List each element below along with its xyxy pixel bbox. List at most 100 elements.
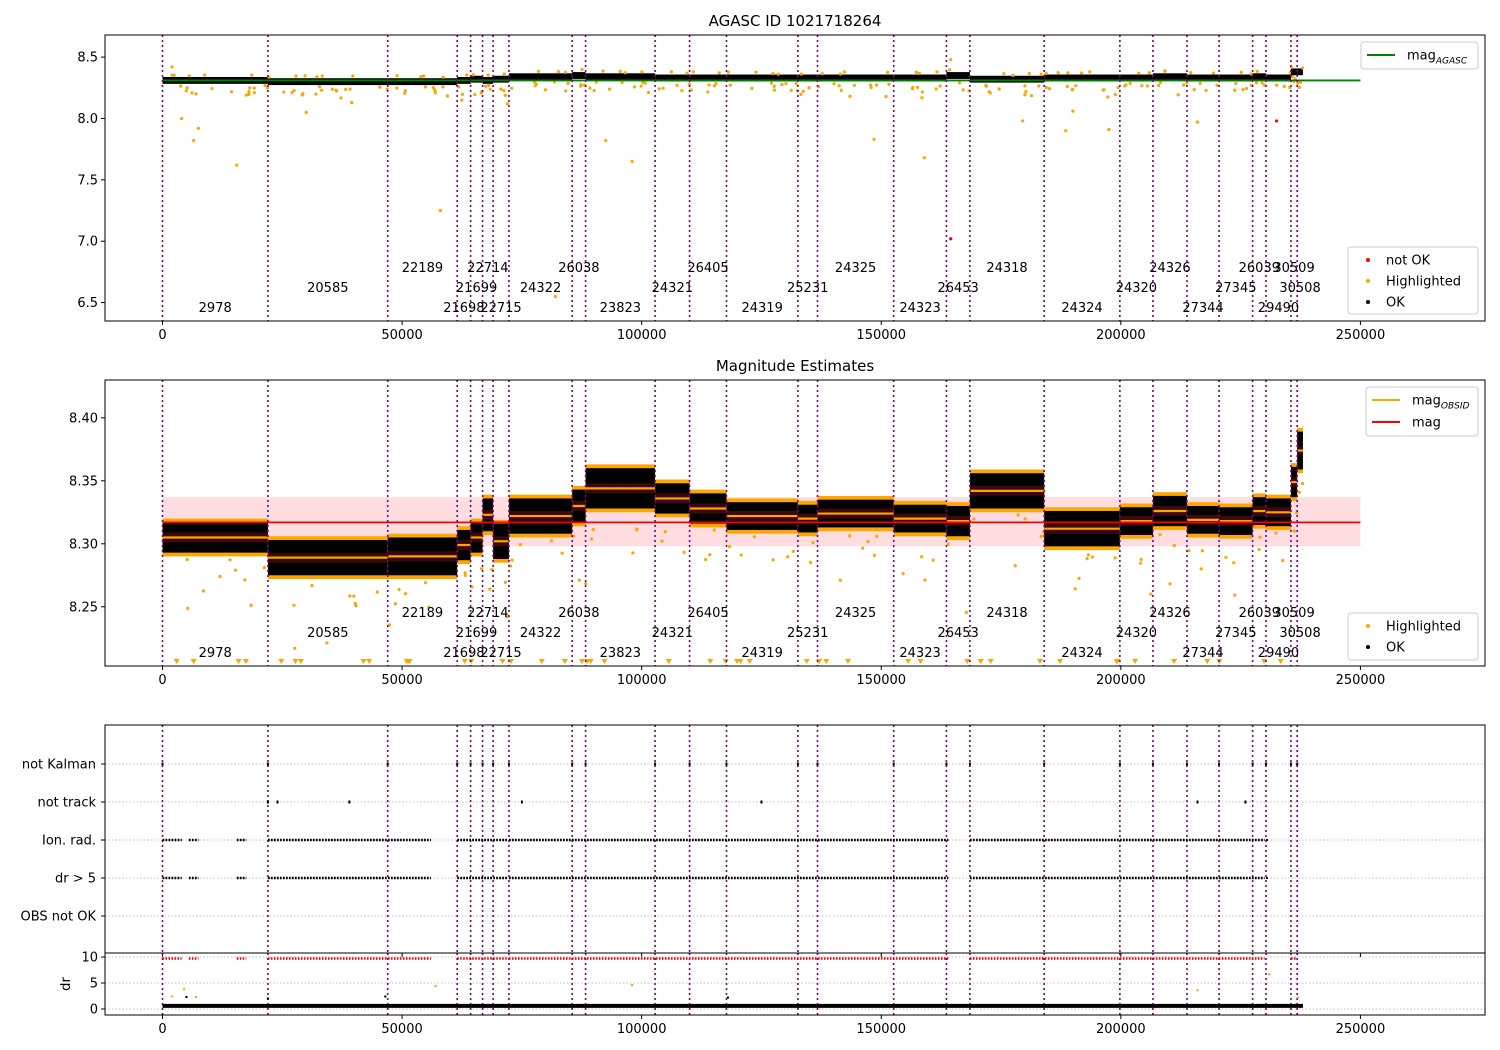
- category-label: not Kalman: [22, 758, 96, 773]
- highlighted-point: [750, 86, 754, 90]
- highlighted-point: [502, 88, 506, 93]
- highlighted-point: [317, 85, 322, 89]
- highlighted-point: [179, 84, 183, 88]
- obsid-label: 22189: [402, 261, 443, 276]
- obsid-label: 21699: [456, 626, 497, 641]
- highlighted-point: [1023, 517, 1027, 521]
- highlighted-point: [1044, 71, 1048, 76]
- highlighted-point: [403, 91, 407, 95]
- highlighted-point: [351, 74, 355, 78]
- highlighted-point: [1257, 547, 1261, 552]
- highlighted-point: [947, 68, 952, 72]
- highlighted-point: [556, 69, 561, 74]
- obsid-label: 24325: [835, 261, 876, 276]
- legend-label: Highlighted: [1386, 620, 1461, 635]
- highlighted-point: [660, 539, 664, 543]
- obsid-label: 25231: [787, 281, 828, 296]
- x-tick-label: 250000: [1336, 1022, 1386, 1037]
- highlighted-point: [180, 116, 184, 121]
- highlighted-point: [772, 88, 777, 92]
- obsid-label: 27345: [1215, 626, 1256, 641]
- highlighted-point: [801, 89, 805, 93]
- highlighted-point: [325, 641, 329, 645]
- obsid-label: 29490: [1258, 301, 1299, 316]
- highlighted-point: [310, 583, 314, 588]
- not-kalman-point: [266, 762, 269, 766]
- highlighted-point: [657, 87, 661, 91]
- highlighted-point: [339, 96, 343, 100]
- highlighted-point: [682, 550, 686, 554]
- highlighted-point: [1182, 83, 1186, 87]
- obsid-label: 24318: [986, 261, 1027, 276]
- highlighted-point: [1239, 70, 1243, 74]
- highlighted-point: [807, 86, 811, 90]
- highlighted-point: [536, 69, 541, 74]
- ok-point-band: [1290, 68, 1298, 76]
- highlighted-point: [931, 558, 935, 562]
- category-label: dr > 5: [55, 872, 96, 887]
- highlighted-point: [588, 86, 592, 90]
- y-tick-label: 8.25: [69, 600, 98, 615]
- highlighted-point: [791, 549, 795, 554]
- highlighted-point: [1255, 69, 1259, 73]
- highlighted-point: [185, 557, 189, 562]
- legend-label: not OK: [1386, 254, 1431, 269]
- highlighted-point: [1282, 84, 1286, 89]
- legend-label: mag: [1412, 416, 1441, 431]
- highlighted-point: [1275, 83, 1279, 87]
- ok-point-band: [493, 75, 509, 83]
- highlighted-point: [1139, 557, 1143, 561]
- highlighted-point: [471, 73, 475, 77]
- highlighted-point: [1233, 88, 1237, 92]
- highlighted-point: [433, 91, 437, 95]
- highlighted-point: [984, 84, 989, 88]
- dr-highlighted-point: [1268, 972, 1271, 976]
- highlighted-point: [1002, 72, 1006, 76]
- ok-point-band: [1152, 73, 1187, 81]
- highlighted-point: [1039, 534, 1043, 538]
- y-tick-label: 10: [81, 951, 98, 966]
- panel1-title: AGASC ID 1021718264: [709, 12, 882, 30]
- highlighted-point: [1192, 88, 1196, 92]
- legend-label: OK: [1386, 296, 1405, 311]
- x-tick-label: 200000: [1096, 328, 1146, 343]
- highlighted-point: [789, 88, 793, 92]
- highlighted-point: [914, 70, 919, 74]
- highlighted-point: [938, 84, 942, 88]
- highlighted-point: [712, 528, 716, 532]
- highlighted-point: [243, 578, 247, 582]
- highlighted-point: [772, 84, 776, 88]
- highlighted-point: [1073, 587, 1077, 591]
- highlighted-point: [920, 555, 924, 559]
- highlighted-point: [503, 93, 507, 97]
- obsid-label: 26038: [558, 261, 599, 276]
- x-tick-label: 250000: [1336, 328, 1386, 343]
- highlighted-point: [754, 70, 758, 74]
- dr-highlighted-point: [194, 995, 198, 999]
- not-track-point: [520, 800, 523, 804]
- x-tick-label: 100000: [617, 673, 667, 688]
- highlighted-point: [1172, 544, 1176, 548]
- x-tick-label: 0: [158, 1022, 166, 1037]
- highlighted-point: [669, 70, 673, 74]
- highlighted-point: [632, 85, 637, 89]
- highlighted-point: [533, 84, 537, 88]
- obsid-label: 24326: [1149, 606, 1190, 621]
- highlighted-point: [201, 589, 206, 593]
- highlighted-point: [691, 70, 695, 74]
- dr-highlighted-point: [630, 983, 634, 987]
- highlighted-point: [196, 126, 201, 130]
- legend-label: Highlighted: [1386, 275, 1461, 290]
- highlighted-point: [852, 83, 856, 87]
- highlighted-point: [330, 87, 334, 91]
- highlighted-point: [304, 110, 308, 114]
- highlighted-point: [1224, 555, 1228, 559]
- highlighted-point: [607, 87, 612, 91]
- highlighted-point: [252, 91, 256, 95]
- obsid-label: 21698: [443, 646, 484, 661]
- highlighted-point: [1113, 556, 1117, 560]
- highlighted-point: [1085, 557, 1089, 561]
- highlighted-point: [872, 137, 876, 141]
- highlighted-point: [393, 602, 397, 606]
- not-kalman-point: [386, 762, 389, 766]
